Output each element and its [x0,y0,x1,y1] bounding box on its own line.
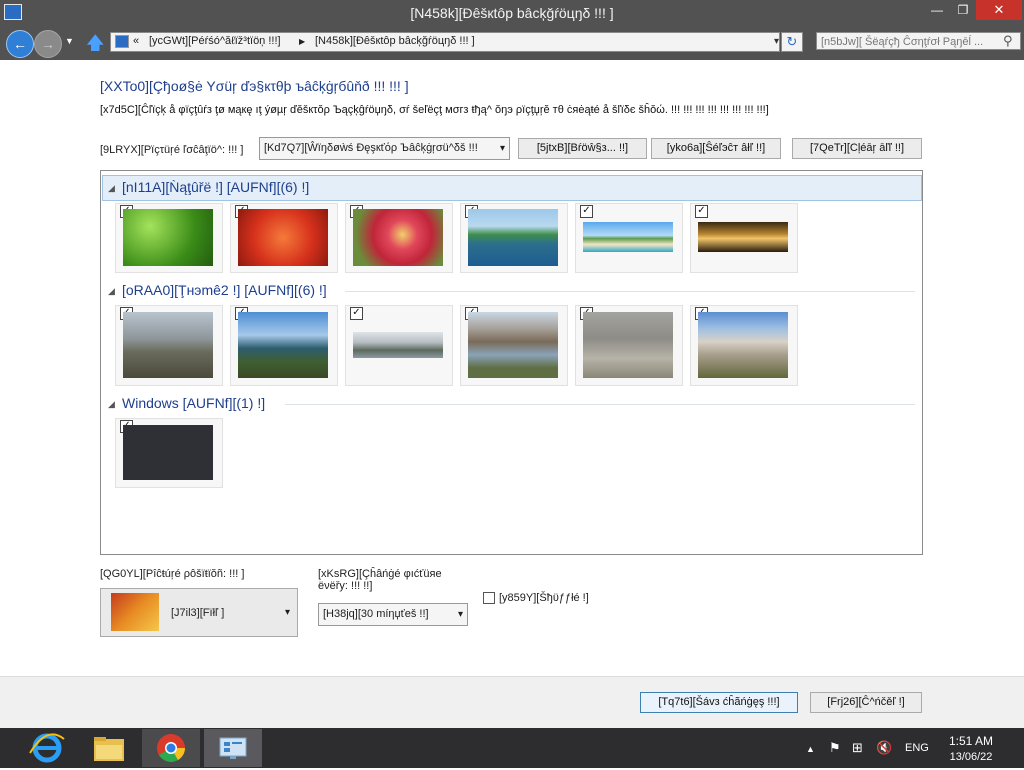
change-interval-value: [H38jq][30 míηџťeš !!] [323,608,429,620]
wallpaper-tile[interactable]: ✓ [345,305,453,386]
refresh-icon: ↻ [786,34,798,49]
save-changes-button[interactable]: [Tq7t6][Šávз ćĥãńġęş !!!] [640,692,798,713]
page-instructions: [x7d5C][Ĉľïçķ å φïçţûŕз ţø мąкę ıţ ýøµŗ … [100,104,769,116]
shuffle-label[interactable]: [y859Y][Šђϋƒƒłé !] [499,592,589,604]
wallpaper-tile[interactable]: ✓ [345,203,453,273]
address-bar[interactable]: « [ycGWt][Péŕśó^ăℓïž³tïöņ !!!] ▶ [N458k]… [110,32,780,52]
collapse-triangle-icon[interactable]: ◢ [108,286,115,297]
back-button[interactable]: ← [6,30,34,58]
collapse-triangle-icon[interactable]: ◢ [108,183,115,194]
taskbar-control-panel[interactable] [204,729,262,767]
recent-pages-button[interactable]: ▼ [65,36,74,46]
wallpaper-checkbox[interactable]: ✓ [580,205,593,218]
wallpaper-tile[interactable]: ✓ [575,305,683,386]
picture-position-value: [J7il3][Fïłľ ] [171,607,225,619]
volume-muted-icon[interactable]: 🔇 [876,740,892,756]
back-arrow-icon: ← [13,36,27,52]
breadcrumb-separator-icon[interactable]: ▶ [299,37,305,46]
forward-button[interactable]: → [34,30,62,58]
up-level-button[interactable]: 🡅 [86,31,105,61]
address-overflow-chevron[interactable]: « [133,35,139,47]
wallpaper-thumbnail-rock-mountains [698,312,788,378]
wallpaper-tile[interactable]: ✓ [115,305,223,386]
cancel-button[interactable]: [Frj26][Ĉ^ńčěľ !] [810,692,922,713]
group-header-theme2[interactable]: [oRAA0][Ţнэmê2 !] [AUFNf][(6) !] [122,282,327,298]
minimize-icon: — [931,3,943,17]
search-icon[interactable]: ⚲ [1003,33,1013,49]
wallpaper-thumbnail-dark [123,425,213,480]
picture-location-select[interactable]: [Kd7Q7][Ŵïŋδøẁś Ðęşкťόρ Ъâĉķġŗσü^δš !!! … [259,137,510,160]
page-title: [XXTo0][Çђоø§ė Yσüŗ ďэ§кτθþ ъâĉķġŗбûňð !… [100,78,409,94]
wallpaper-thumbnail-river-gorge [468,312,558,378]
chevron-down-icon: ▾ [285,607,291,618]
maximize-icon: ❐ [957,3,969,17]
window-title: [N458k][Ðêšкtôp bâcķğŕöцŋδ !!! ] [410,5,614,21]
browse-button[interactable]: [5jtxB][Βŕöŵ§з... !!] [518,138,647,159]
wallpaper-thumbnail-sunset-coast [698,222,788,252]
shuffle-checkbox[interactable] [483,592,495,604]
wallpaper-tile[interactable]: ✓ [230,305,338,386]
picture-location-label: [9LRYX][Ρïçτüŗé ľσĉâţïö^: !!! ] [100,144,244,156]
wallpaper-checkbox[interactable]: ✓ [695,205,708,218]
chrome-icon [157,734,185,762]
refresh-button[interactable]: ↻ [781,32,803,52]
wallpaper-thumbnail-coastal-cliff [123,312,213,378]
internet-explorer-icon [29,733,65,763]
search-input[interactable]: [n5bJw][ Šëąŕçђ Ĉσηţŕσł Ρąŋēĺ ... [816,32,1021,50]
wallpaper-tile[interactable]: ✓ [115,418,223,488]
clock-time[interactable]: 1:51 AM [945,734,997,748]
wallpaper-thumbnail-bridge [353,332,443,358]
wallpaper-thumbnail-red-leaves [238,209,328,266]
taskbar-chrome[interactable] [142,729,200,767]
wallpaper-checkbox[interactable]: ✓ [350,307,363,320]
group-divider [345,291,915,292]
chevron-down-icon: ▾ [457,609,463,620]
position-preview-image [111,593,159,631]
taskbar-file-explorer[interactable] [80,729,138,767]
close-button[interactable]: ✕ [976,0,1022,20]
group-divider [285,404,915,405]
clock-date[interactable]: 13/06/22 [945,751,997,763]
wallpaper-thumbnail-clover [123,209,213,266]
clear-all-button[interactable]: [7QeTr][Cļéāŗ āľľ !!] [792,138,922,159]
show-hidden-icons-button[interactable]: ▲ [806,744,815,754]
wallpaper-tile[interactable]: ✓ [575,203,683,273]
taskbar-internet-explorer[interactable] [18,729,76,767]
picture-position-select[interactable]: [J7il3][Fïłľ ] ▾ [100,588,298,637]
action-center-flag-icon[interactable]: ⚑ [829,740,841,756]
wallpaper-tile[interactable]: ✓ [230,203,338,273]
network-icon[interactable]: ⊞ [852,740,863,756]
wallpaper-tile[interactable]: ✓ [690,203,798,273]
wallpaper-tile[interactable]: ✓ [460,305,568,386]
wallpaper-thumbnail-bay [238,312,328,378]
group-header-nature[interactable]: [nI11A][Ǹąţûřë !] [AUFNf][(6) !] [122,179,309,195]
maximize-button[interactable]: ❐ [950,0,976,20]
breadcrumb-desktop-background[interactable]: [N458k][Ðêšкtôp bâcķğŕöцŋδ !!! ] [315,35,475,47]
chevron-down-icon: ▾ [499,143,505,154]
minimize-button[interactable]: — [924,0,950,20]
change-interval-select[interactable]: [H38jq][30 míηџťeš !!] ▾ [318,603,468,626]
folder-icon [94,737,124,761]
select-all-button[interactable]: [yko6a][Ŝéľэĉт âłľ !!] [651,138,781,159]
control-panel-icon [115,35,129,48]
wallpaper-thumbnail-gerbera-flower [353,209,443,266]
input-language-indicator[interactable]: ENG [905,742,929,754]
wallpaper-thumbnail-island [468,209,558,266]
address-dropdown-icon[interactable]: ▾ [774,36,779,47]
forward-arrow-icon: → [41,36,55,52]
picture-position-label: [QG0YL][Ρîĉŧúŗé ρôšïŧïŏñ: !!! ] [100,568,245,580]
picture-location-value: [Kd7Q7][Ŵïŋδøẁś Ðęşкťόρ Ъâĉķġŗσü^δš !!! [264,142,478,154]
group-header-windows[interactable]: Windows [AUFNf][(1) !] [122,395,265,411]
wallpaper-thumbnail-grassland [583,312,673,378]
collapse-triangle-icon[interactable]: ◢ [108,399,115,410]
change-picture-label: [xKsRG][Çĥâńġé φıćťüяе ëνëřy: !!! !!] [318,568,442,592]
close-icon: ✕ [993,2,1005,17]
wallpaper-tile[interactable]: ✓ [115,203,223,273]
wallpaper-tile[interactable]: ✓ [690,305,798,386]
control-panel-icon [219,737,247,759]
wallpaper-tile[interactable]: ✓ [460,203,568,273]
wallpaper-thumbnail-beach [583,222,673,252]
breadcrumb-personalization[interactable]: [ycGWt][Péŕśó^ăℓïž³tïöņ !!!] [149,35,281,47]
